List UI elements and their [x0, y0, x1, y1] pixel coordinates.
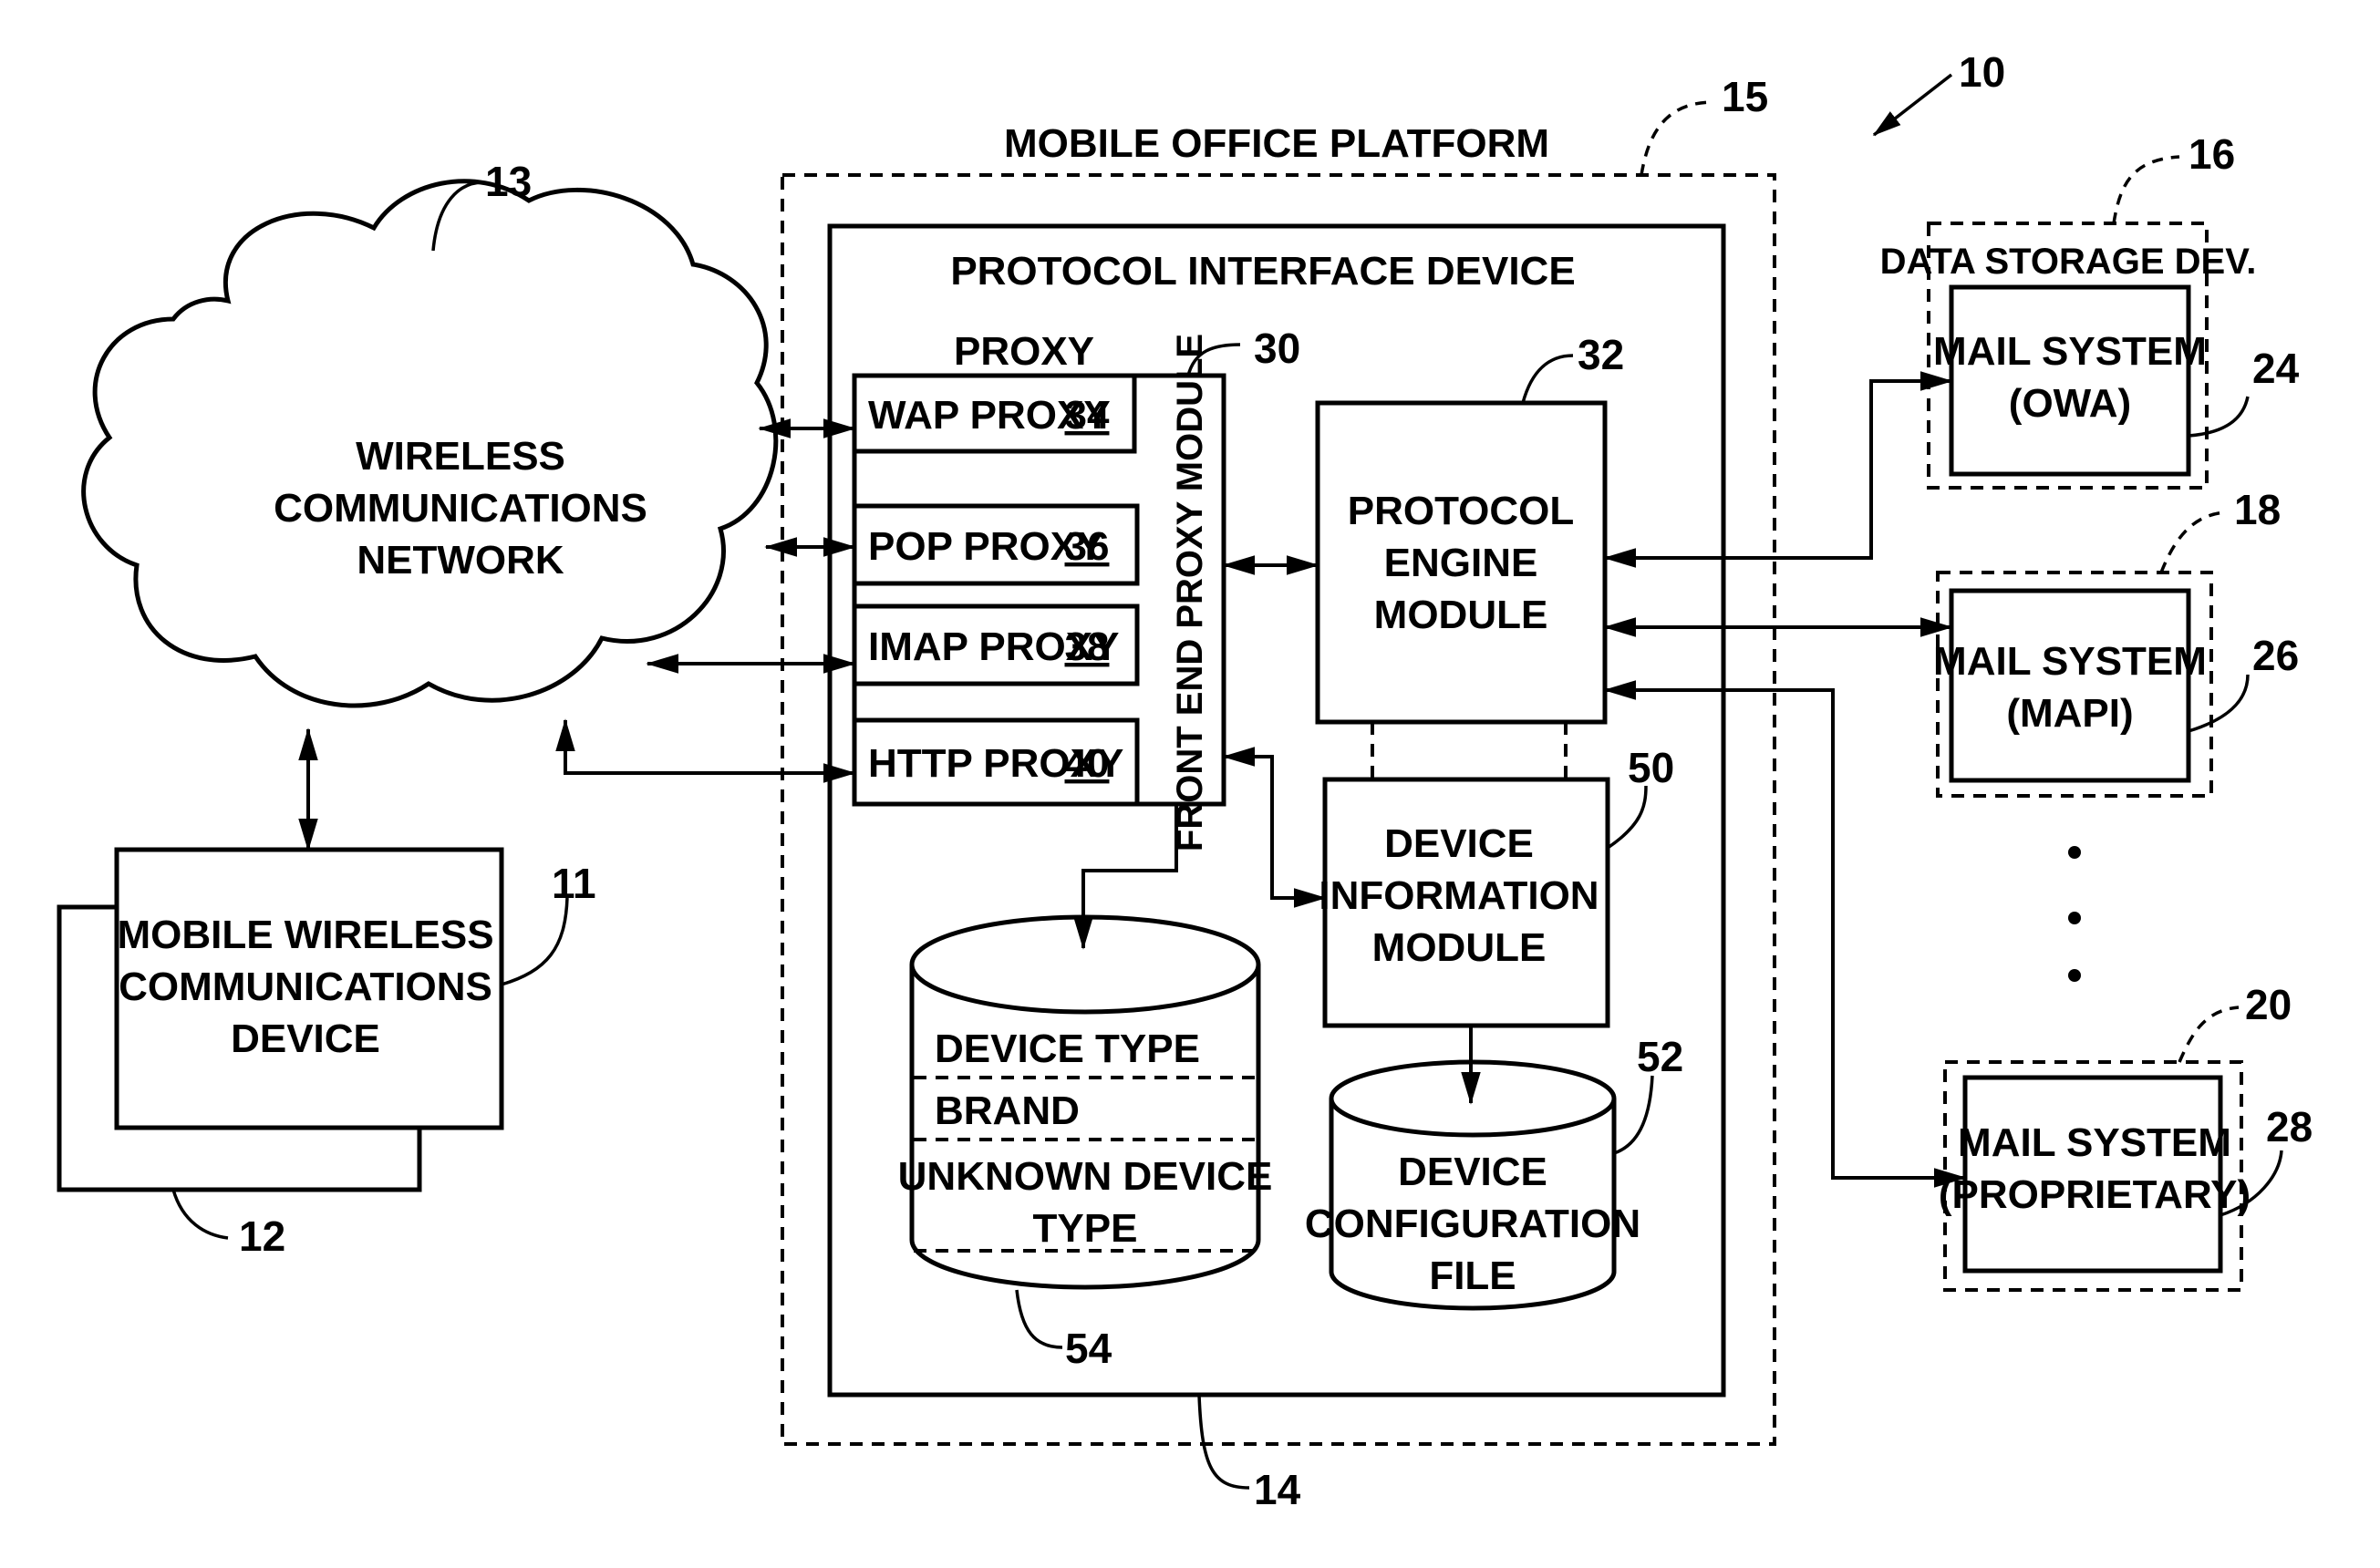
proprietary-line-1: MAIL SYSTEM: [1958, 1120, 2231, 1165]
mapi-container-ref-leader: [2159, 511, 2226, 573]
config-line-2: CONFIGURATION: [1305, 1202, 1640, 1246]
ellipsis-dot: [2068, 912, 2081, 924]
data-storage-label: DATA STORAGE DEV.: [1880, 242, 2257, 282]
owa-ref: 24: [2252, 345, 2300, 392]
config-line-1: DEVICE: [1398, 1150, 1547, 1194]
svg-text:10: 10: [1959, 48, 2005, 96]
figure-ref-arrow: [1872, 73, 1953, 137]
device-ref-leader: [501, 897, 569, 986]
device-line-3: DEVICE: [231, 1016, 380, 1061]
proprietary-container-ref-leader: [2178, 1006, 2240, 1063]
proxy-heading: PROXY: [954, 329, 1094, 374]
protocol-engine-ref-leader: [1521, 354, 1574, 404]
platform-ref-leader: [1640, 100, 1715, 176]
owa-line-1: MAIL SYSTEM: [1933, 329, 2207, 374]
mapi-line-1: MAIL SYSTEM: [1933, 639, 2207, 684]
device-line-1: MOBILE WIRELESS: [117, 913, 493, 957]
device-db-ref-leader: [1015, 1289, 1063, 1349]
mail-system-proprietary: MAIL SYSTEM (PROPRIETARY) 28 20: [1939, 981, 2313, 1292]
protocol-interface-ref-leader: [1197, 1394, 1250, 1490]
data-storage-ref: 16: [2189, 130, 2235, 178]
protocol-engine-module: PROTOCOL ENGINE MODULE 32: [1315, 331, 1624, 725]
network-line-3: NETWORK: [357, 538, 564, 583]
device-information-module: DEVICE INFORMATION MODULE 50: [1319, 744, 1674, 1028]
device-db-row-unknown: UNKNOWN DEVICE: [898, 1154, 1273, 1199]
protocol-interface-ref: 14: [1254, 1466, 1301, 1513]
ellipsis-dot: [2068, 846, 2081, 859]
network-ref: 13: [485, 158, 532, 205]
mapi-line-2: (MAPI): [2006, 691, 2133, 736]
network-line-1: WIRELESS: [356, 434, 565, 479]
pop-proxy: POP PROXY 36: [852, 503, 1140, 586]
mail-system-owa: DATA STORAGE DEV. MAIL SYSTEM (OWA) 24 1…: [1880, 130, 2300, 490]
mapi-ref: 26: [2252, 632, 2299, 679]
owa-line-2: (OWA): [2009, 381, 2131, 426]
protocol-engine-ref: 32: [1578, 331, 1624, 378]
proxy-module-label: FRONT END PROXY MODULE: [1170, 334, 1210, 851]
device-db-row-unknown-2: TYPE: [1033, 1206, 1138, 1251]
ellipsis-dot: [2068, 969, 2081, 982]
config-line-3: FILE: [1429, 1253, 1516, 1298]
front-end-proxy-module: PROXY FRONT END PROXY MODULE 30 WAP PROX…: [852, 325, 1300, 851]
proprietary-container-ref: 20: [2245, 981, 2292, 1028]
protocol-engine-line-2: ENGINE: [1384, 541, 1538, 585]
mobile-wireless-device: MOBILE WIRELESS COMMUNICATIONS DEVICE 11…: [57, 847, 596, 1260]
imap-proxy-ref: 38: [1065, 624, 1110, 669]
link-cloud-http: [555, 718, 856, 783]
device-info-line-3: MODULE: [1372, 925, 1547, 970]
link-engine-owa: [1603, 371, 1953, 568]
device-info-ref: 50: [1628, 744, 1674, 791]
proprietary-ref: 28: [2266, 1103, 2313, 1150]
patent-diagram: 10 MOBILE OFFICE PLATFORM 15 PROTOCOL IN…: [57, 48, 2313, 1513]
http-proxy: HTTP PROXY 40: [852, 717, 1140, 807]
device-info-ref-leader: [1607, 785, 1648, 850]
device-info-line-2: INFORMATION: [1319, 873, 1599, 918]
proprietary-line-2: (PROPRIETARY): [1939, 1172, 2251, 1217]
mapi-container-ref: 18: [2234, 486, 2281, 533]
config-ref: 52: [1637, 1033, 1683, 1080]
device-db-ref: 54: [1065, 1325, 1112, 1372]
wap-proxy-ref: 34: [1065, 393, 1110, 438]
protocol-engine-line-1: PROTOCOL: [1348, 489, 1575, 533]
device-line-2: COMMUNICATIONS: [119, 965, 492, 1009]
engine-info-dashed-link: [1371, 722, 1568, 779]
platform-label: MOBILE OFFICE PLATFORM: [1004, 121, 1549, 166]
platform-ref: 15: [1722, 73, 1768, 120]
http-proxy-ref: 40: [1065, 741, 1110, 786]
device-info-line-1: DEVICE: [1384, 821, 1534, 866]
network-line-2: COMMUNICATIONS: [274, 486, 647, 531]
device-stack-ref-leader: [171, 1189, 229, 1240]
device-type-database: DEVICE TYPE BRAND UNKNOWN DEVICE TYPE 54: [898, 914, 1273, 1372]
protocol-engine-line-3: MODULE: [1374, 593, 1548, 637]
device-ref: 11: [552, 860, 596, 907]
mapi-box: [1949, 588, 2191, 783]
owa-ref-leader: [2188, 396, 2250, 438]
wap-proxy: WAP PROXY 34: [852, 373, 1137, 454]
link-proxy-deviceinfo: [1222, 747, 1327, 908]
device-configuration-file: DEVICE CONFIGURATION FILE 52: [1305, 1033, 1683, 1311]
imap-proxy: IMAP PROXY 38: [852, 603, 1140, 686]
figure-ref-10: 10: [1872, 48, 2005, 137]
protocol-interface-label: PROTOCOL INTERFACE DEVICE: [950, 249, 1575, 294]
mail-system-mapi: MAIL SYSTEM (MAPI) 26 18: [1933, 486, 2299, 798]
device-stack-ref: 12: [239, 1212, 285, 1260]
device-db-row-device-type: DEVICE TYPE: [935, 1026, 1200, 1071]
config-ref-leader: [1613, 1075, 1654, 1155]
data-storage-ref-leader: [2112, 155, 2180, 224]
proxy-module-ref: 30: [1254, 325, 1300, 372]
device-db-row-brand: BRAND: [935, 1088, 1080, 1133]
pop-proxy-ref: 36: [1065, 524, 1110, 569]
wireless-network-cloud: WIRELESS COMMUNICATIONS NETWORK 13: [81, 158, 779, 708]
more-mail-systems-ellipsis: [2068, 846, 2081, 982]
